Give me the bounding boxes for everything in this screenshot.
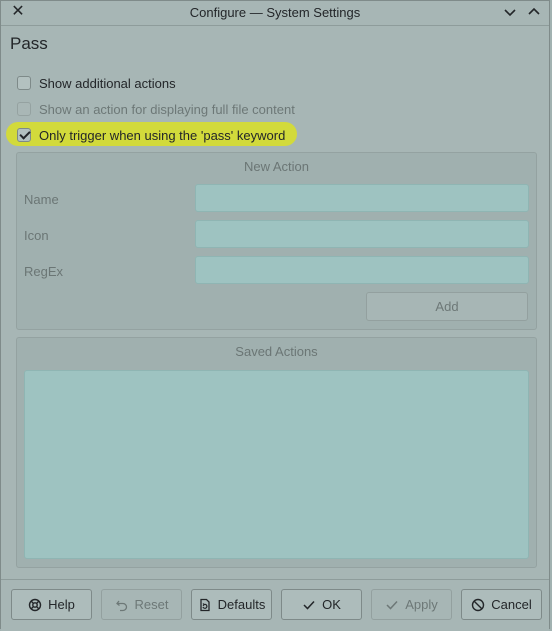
chevron-down-icon[interactable] — [501, 3, 519, 21]
settings-window: ✕ Configure — System Settings Pass Show … — [0, 0, 550, 631]
add-button[interactable]: Add — [366, 292, 528, 321]
ok-label: OK — [322, 597, 341, 612]
cancel-icon — [472, 598, 485, 611]
show-full-file-checkbox — [17, 102, 31, 116]
only-trigger-keyword-label: Only trigger when using the 'pass' keywo… — [39, 127, 286, 143]
new-action-group: New Action Name Icon RegEx Add — [16, 152, 537, 330]
check-icon — [303, 600, 315, 610]
show-additional-actions-option[interactable]: Show additional actions — [17, 74, 176, 92]
chevron-up-icon[interactable] — [525, 3, 543, 21]
regex-input[interactable] — [195, 256, 529, 284]
apply-label: Apply — [405, 597, 438, 612]
window-title: Configure — System Settings — [189, 5, 361, 20]
only-trigger-keyword-checkbox[interactable] — [17, 128, 31, 142]
reset-button: Reset — [101, 589, 182, 620]
defaults-label: Defaults — [217, 597, 266, 612]
title-bar: ✕ Configure — System Settings — [1, 1, 549, 26]
show-additional-actions-label: Show additional actions — [39, 75, 176, 91]
help-button[interactable]: Help — [11, 589, 92, 620]
name-input[interactable] — [195, 184, 529, 212]
show-full-file-label: Show an action for displaying full file … — [39, 101, 295, 117]
cancel-label: Cancel — [491, 597, 532, 612]
icon-label: Icon — [24, 228, 49, 243]
help-label: Help — [48, 597, 75, 612]
check-icon — [386, 600, 398, 610]
document-icon — [199, 598, 210, 611]
reset-label: Reset — [134, 597, 169, 612]
undo-icon — [115, 600, 127, 611]
ok-button[interactable]: OK — [281, 589, 362, 620]
new-action-title: New Action — [243, 159, 310, 174]
defaults-button[interactable]: Defaults — [191, 589, 272, 620]
regex-label: RegEx — [24, 264, 64, 279]
show-full-file-option: Show an action for displaying full file … — [17, 100, 295, 118]
saved-actions-list[interactable] — [24, 370, 529, 559]
apply-button: Apply — [371, 589, 452, 620]
saved-actions-group: Saved Actions — [16, 337, 537, 568]
only-trigger-keyword-option[interactable]: Only trigger when using the 'pass' keywo… — [17, 126, 285, 144]
dialog-button-bar: Help Reset Defaults OK Apply Cancel — [1, 579, 549, 631]
help-icon — [28, 598, 42, 611]
name-label: Name — [24, 192, 59, 207]
show-additional-actions-checkbox[interactable] — [17, 76, 31, 90]
page-title: Pass — [10, 34, 48, 53]
saved-actions-title: Saved Actions — [235, 344, 318, 359]
icon-input[interactable] — [195, 220, 529, 248]
cancel-button[interactable]: Cancel — [461, 589, 542, 620]
